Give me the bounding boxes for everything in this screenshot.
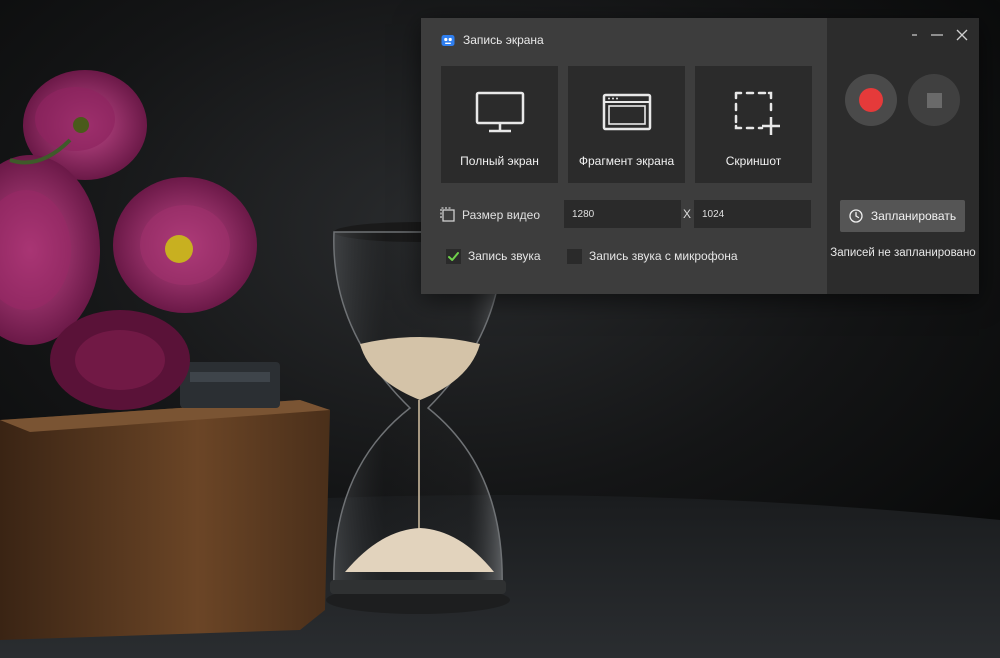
schedule-status-text: Записей не запланировано — [830, 247, 976, 259]
video-height-input[interactable] — [694, 200, 811, 228]
checkmark-icon — [448, 251, 459, 261]
screenshot-mode-button[interactable]: Скриншот — [695, 66, 812, 183]
mode-label-full-screen: Полный экран — [460, 154, 539, 168]
schedule-label: Запланировать — [870, 209, 957, 223]
minimize-button[interactable] — [927, 26, 947, 44]
record-mic-checkbox-box[interactable] — [567, 248, 582, 264]
minimize-icon — [931, 34, 943, 36]
side-panel: Запланировать Записей не запланировано — [827, 18, 979, 294]
close-button[interactable] — [952, 26, 972, 44]
video-width-input[interactable] — [564, 200, 681, 228]
mode-label-screenshot: Скриншот — [725, 154, 782, 168]
video-size-label: Размер видео — [462, 207, 541, 222]
window-title: Запись экрана — [463, 33, 544, 47]
record-button[interactable] — [845, 74, 897, 126]
schedule-button[interactable]: Запланировать — [840, 200, 965, 232]
app-logo-icon — [441, 34, 455, 46]
video-size-icon — [440, 207, 455, 222]
fragment-mode-button[interactable]: Фрагмент экрана — [568, 66, 685, 183]
minimize-small-button[interactable] — [905, 26, 925, 44]
video-size-row: Размер видео X — [440, 200, 812, 229]
video-size-label-group: Размер видео — [440, 200, 540, 229]
record-mic-checkbox[interactable]: Запись звука с микрофона — [567, 246, 738, 266]
full-screen-mode-button[interactable]: Полный экран — [441, 66, 558, 183]
close-icon — [956, 29, 968, 41]
record-sound-label: Запись звука — [468, 249, 541, 263]
monitor-icon — [475, 91, 524, 133]
stop-button[interactable] — [908, 74, 960, 126]
mode-label-fragment: Фрагмент экрана — [578, 154, 675, 168]
size-separator: X — [683, 207, 692, 221]
screenshot-select-icon — [734, 91, 780, 135]
window-title-bar: Запись экрана — [441, 33, 544, 47]
screen-recorder-window: Запись экрана Полный экран Фрагмент экра… — [421, 18, 979, 294]
clock-icon — [849, 209, 863, 223]
window-fragment-icon — [602, 93, 651, 131]
main-panel: Запись экрана Полный экран Фрагмент экра… — [421, 18, 827, 294]
record-sound-checkbox-box[interactable] — [446, 248, 461, 264]
record-mic-label: Запись звука с микрофона — [589, 249, 738, 263]
record-sound-checkbox[interactable]: Запись звука — [446, 246, 541, 266]
minimize-small-icon — [912, 34, 917, 36]
stop-square-icon — [926, 92, 942, 108]
record-dot-icon — [859, 88, 883, 112]
